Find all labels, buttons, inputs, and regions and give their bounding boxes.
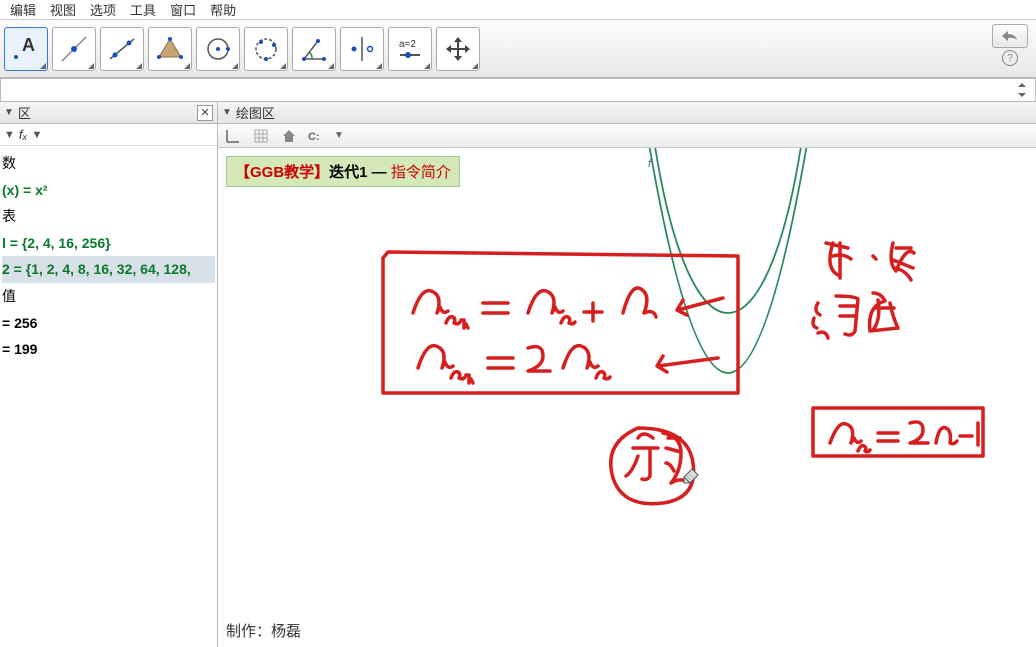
svg-text:A: A (22, 35, 35, 55)
graphics-panel-header[interactable]: ▼ 绘图区 (218, 102, 1036, 124)
collapse-icon[interactable]: ▼ (222, 107, 232, 118)
axes-toggle[interactable] (222, 126, 244, 146)
collapse-icon[interactable]: ▼ (4, 107, 14, 118)
algebra-panel: ▼ 区 ✕ ▼ fₓ ▼ 数(x) = x²表l = {2, 4, 16, 25… (0, 102, 218, 647)
algebra-panel-header[interactable]: ▼ 区 ✕ (0, 102, 217, 124)
capture-icon[interactable]: C: (306, 126, 328, 146)
tool-point-text[interactable]: A (4, 27, 48, 71)
tool-angle[interactable] (292, 27, 336, 71)
sort-dropdown[interactable]: ▼ (4, 129, 15, 141)
algebra-item[interactable]: = 256 (2, 310, 215, 337)
svg-text:C:: C: (308, 131, 320, 143)
algebra-list[interactable]: 数(x) = x²表l = {2, 4, 16, 256}2 = {1, 2, … (0, 146, 217, 367)
graphics-canvas[interactable]: 【GGB教学】迭代1 — 指令简介 f (218, 148, 1036, 647)
fx-dropdown[interactable]: ▼ (31, 129, 42, 141)
input-dropdown-icon[interactable] (1013, 81, 1031, 99)
algebra-item[interactable]: 2 = {1, 2, 4, 8, 16, 32, 64, 128, (2, 256, 215, 283)
main-toolbar: A a=2 ? (0, 20, 1036, 78)
menu-edit[interactable]: 编辑 (4, 0, 42, 21)
menu-help[interactable]: 帮助 (204, 0, 242, 21)
algebra-item[interactable]: 数 (2, 150, 215, 177)
tool-line[interactable] (100, 27, 144, 71)
menu-window[interactable]: 窗口 (164, 0, 202, 21)
algebra-panel-title: 区 (18, 103, 31, 122)
close-icon[interactable]: ✕ (197, 105, 213, 121)
graphics-toolbar: C: ▼ (218, 124, 1036, 148)
algebra-item[interactable]: 表 (2, 203, 215, 230)
graphics-panel: ▼ 绘图区 C: ▼ 【GGB教学】迭代1 — 指令简介 f (218, 102, 1036, 647)
algebra-item[interactable]: l = {2, 4, 16, 256} (2, 230, 215, 257)
algebra-item[interactable]: = 199 (2, 336, 215, 363)
fx-label: fₓ (19, 127, 28, 142)
tool-circle[interactable] (196, 27, 240, 71)
tool-point[interactable] (52, 27, 96, 71)
input-bar[interactable] (0, 78, 1036, 102)
algebra-item[interactable]: 值 (2, 283, 215, 310)
algebra-item[interactable]: (x) = x² (2, 177, 215, 204)
tool-conic[interactable] (244, 27, 288, 71)
formula-bar: ▼ fₓ ▼ (0, 124, 217, 146)
undo-button[interactable] (992, 24, 1028, 48)
tool-move-view[interactable] (436, 27, 480, 71)
grid-toggle[interactable] (250, 126, 272, 146)
footer-credit: 制作：杨磊 (226, 620, 301, 641)
tool-polygon[interactable] (148, 27, 192, 71)
graphics-panel-title: 绘图区 (236, 103, 275, 122)
menu-view[interactable]: 视图 (44, 0, 82, 21)
eraser-cursor-icon (680, 463, 702, 485)
svg-text:a=2: a=2 (399, 39, 416, 50)
tool-slider[interactable]: a=2 (388, 27, 432, 71)
home-icon[interactable] (278, 126, 300, 146)
menu-tools[interactable]: 工具 (124, 0, 162, 21)
capture-dropdown[interactable]: ▼ (334, 130, 344, 141)
help-icon[interactable]: ? (1002, 50, 1018, 66)
tool-transform[interactable] (340, 27, 384, 71)
parabola-curve (578, 148, 878, 408)
canvas-title-label: 【GGB教学】迭代1 — 指令简介 (226, 156, 460, 187)
menu-options[interactable]: 选项 (84, 0, 122, 21)
